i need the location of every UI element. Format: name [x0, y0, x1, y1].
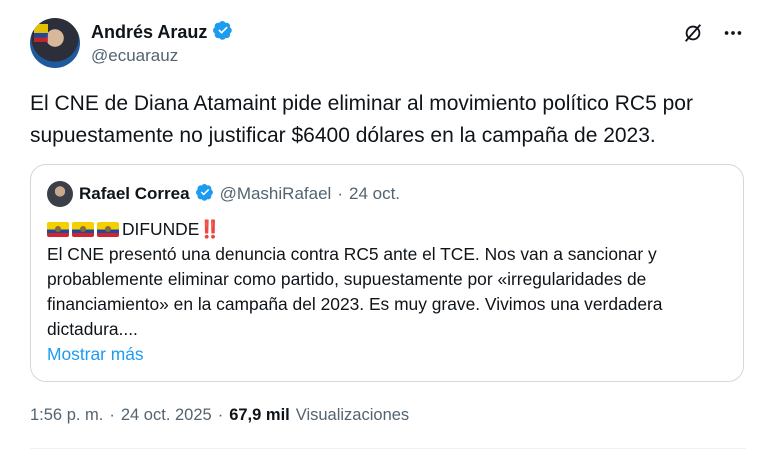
views-label: Visualizaciones — [295, 406, 410, 424]
quote-display-name: Rafael Correa — [79, 184, 190, 203]
quote-handle: @MashiRafael — [219, 184, 332, 203]
quote-header: Rafael Correa @MashiRafael · 24 oct. — [47, 181, 400, 207]
quote-date: 24 oct. — [348, 184, 401, 203]
author-display-name[interactable]: Andrés Arauz — [91, 22, 207, 43]
quote-avatar — [47, 181, 73, 207]
top-actions — [682, 22, 744, 49]
quote-headline-text: DIFUNDE — [122, 219, 200, 239]
ecuador-flag-icon — [72, 222, 94, 237]
footer-separator: · — [109, 406, 115, 424]
bangbang-emoji: ‼️ — [199, 219, 221, 239]
tweet-time[interactable]: 1:56 p. m. — [30, 406, 103, 425]
grok-icon[interactable] — [682, 22, 704, 49]
verified-badge-icon — [213, 20, 233, 45]
verified-badge-icon — [195, 183, 214, 206]
more-icon[interactable] — [722, 22, 744, 49]
quoted-tweet[interactable]: Rafael Correa @MashiRafael · 24 oct. DIF… — [30, 164, 744, 382]
ecuador-flag-icon — [47, 222, 69, 237]
divider — [30, 448, 746, 449]
footer-separator: · — [217, 406, 224, 424]
tweet-footer: 1:56 p. m. · 24 oct. 2025 · 67,9 mil Vis… — [30, 406, 409, 425]
author-name-row: Andrés Arauz — [91, 20, 233, 45]
quote-body: DIFUNDE‼️ El CNE presentó una denuncia c… — [47, 217, 727, 367]
tweet-text: El CNE de Diana Atamaint pide eliminar a… — [30, 92, 693, 147]
quote-headline: DIFUNDE‼️ — [47, 217, 727, 242]
tweet-date[interactable]: 24 oct. 2025 — [121, 406, 212, 425]
tweet-header: Andrés Arauz @ecuarauz — [30, 16, 746, 72]
author-avatar[interactable] — [30, 18, 80, 68]
quote-body-text: El CNE presentó una denuncia contra RC5 … — [47, 244, 663, 339]
author-handle[interactable]: @ecuarauz — [91, 46, 178, 66]
quote-separator: · — [337, 184, 343, 203]
show-more-link[interactable]: Mostrar más — [47, 342, 727, 367]
views-count: 67,9 mil — [229, 406, 290, 424]
ecuador-flag-icon — [97, 222, 119, 237]
